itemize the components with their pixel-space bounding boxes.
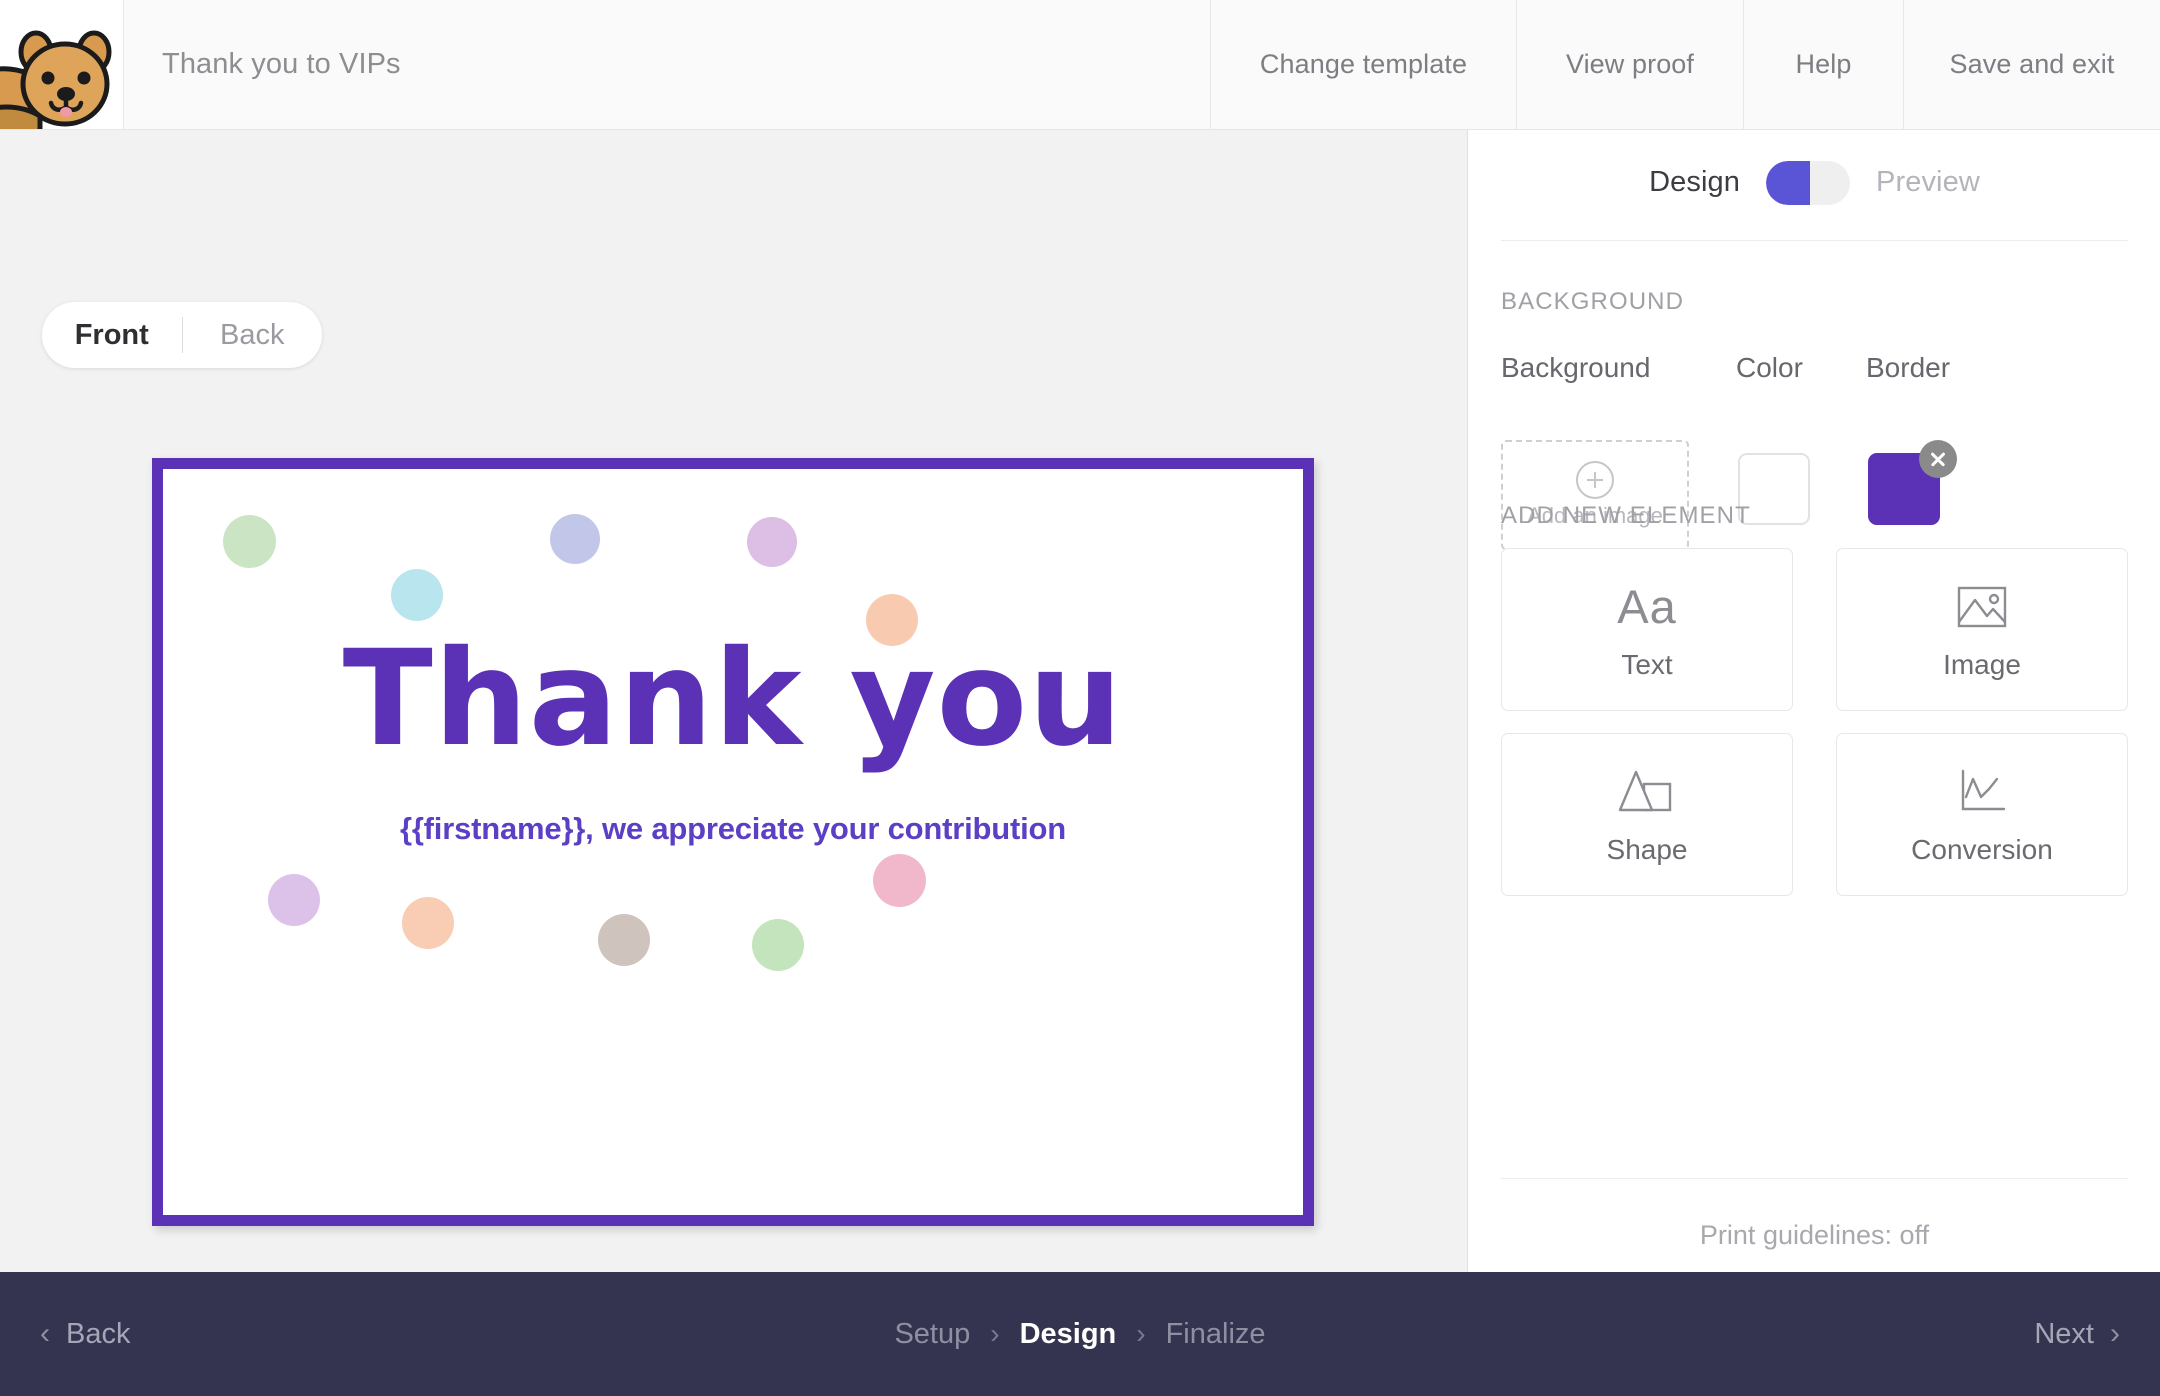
remove-border-icon[interactable]: [1919, 440, 1957, 478]
add-text-element-button[interactable]: Aa Text: [1501, 548, 1793, 711]
text-aa-glyph: Aa: [1617, 580, 1677, 633]
text-aa-icon: Aa: [1617, 579, 1677, 635]
breadcrumb-step-finalize[interactable]: Finalize: [1166, 1318, 1266, 1351]
background-section-heading: BACKGROUND: [1501, 288, 1685, 315]
chevron-right-icon: ›: [2110, 1317, 2120, 1350]
footer-next-button[interactable]: Next ›: [2034, 1318, 2120, 1351]
border-swatch-group: [1868, 440, 1960, 532]
add-conversion-label: Conversion: [1911, 833, 2053, 865]
design-preview-switch[interactable]: [1766, 160, 1851, 205]
breadcrumb-separator: ›: [1136, 1318, 1146, 1349]
editor-root: Thank you to VIPs Change template View p…: [0, 0, 2160, 1396]
panel-divider-top: [1501, 240, 2128, 241]
design-panel: Design Preview BACKGROUND Background Col…: [1469, 130, 2160, 1272]
add-element-grid: Aa Text Image Shape Conversion: [1501, 548, 2128, 896]
confetti-dot[interactable]: [223, 515, 276, 568]
breadcrumb-step-setup[interactable]: Setup: [894, 1318, 970, 1351]
help-button[interactable]: Help: [1743, 0, 1903, 129]
confetti-dot[interactable]: [873, 854, 926, 907]
add-conversion-element-button[interactable]: Conversion: [1836, 733, 2128, 896]
footer-next-label: Next: [2034, 1317, 2094, 1350]
add-image-element-button[interactable]: Image: [1836, 548, 2128, 711]
confetti-dot[interactable]: [747, 517, 797, 567]
confetti-dot[interactable]: [598, 914, 650, 966]
print-guidelines-toggle[interactable]: Print guidelines: off: [1469, 1220, 2160, 1251]
card-subtitle-text[interactable]: {{firstname}}, we appreciate your contri…: [163, 811, 1303, 847]
canvas-area: Front Back Thank you {{firstname}}, we a…: [0, 130, 1468, 1272]
plus-circle-icon: [1576, 461, 1614, 499]
quokka-logo-icon: [0, 30, 112, 129]
add-text-label: Text: [1621, 648, 1673, 680]
card-title-text[interactable]: Thank you: [163, 633, 1303, 765]
breadcrumb-separator: ›: [990, 1318, 1000, 1349]
design-card[interactable]: Thank you {{firstname}}, we appreciate y…: [152, 458, 1314, 1226]
add-image-label-text: Image: [1943, 648, 2021, 680]
border-label: Border: [1866, 352, 1951, 383]
preview-mode-label[interactable]: Preview: [1876, 166, 1980, 199]
top-bar: Thank you to VIPs Change template View p…: [0, 0, 2160, 130]
color-label: Color: [1736, 352, 1803, 383]
wizard-footer: ‹ Back Setup › Design › Finalize Next ›: [0, 1272, 2160, 1396]
confetti-dot[interactable]: [550, 514, 600, 564]
design-card-canvas[interactable]: Thank you {{firstname}}, we appreciate y…: [163, 469, 1303, 1215]
add-shape-label: Shape: [1606, 833, 1688, 865]
add-shape-element-button[interactable]: Shape: [1501, 733, 1793, 896]
wizard-breadcrumb: Setup › Design › Finalize: [0, 1318, 2160, 1351]
document-title: Thank you to VIPs: [162, 48, 401, 80]
panel-divider-bottom: [1501, 1178, 2128, 1179]
card-side-back-button[interactable]: Back: [183, 320, 323, 350]
confetti-dot[interactable]: [752, 919, 804, 971]
confetti-dot[interactable]: [268, 874, 320, 926]
logo-cell[interactable]: [0, 0, 124, 129]
image-picture-icon: [1954, 579, 2010, 635]
view-proof-button[interactable]: View proof: [1516, 0, 1743, 129]
add-element-section-heading: ADD NEW ELEMENT: [1501, 502, 1751, 529]
add-background-image-button[interactable]: Add an image: [1501, 440, 1689, 550]
background-column-labels: Background Color Border: [1501, 352, 2128, 392]
background-label: Background: [1501, 352, 1651, 383]
design-card-border: Thank you {{firstname}}, we appreciate y…: [152, 458, 1314, 1226]
change-template-button[interactable]: Change template: [1210, 0, 1516, 129]
design-preview-toggle: Design Preview: [1469, 130, 2160, 235]
confetti-dot[interactable]: [402, 897, 454, 949]
card-side-toggle: Front Back: [42, 302, 322, 368]
confetti-dot[interactable]: [391, 569, 443, 621]
save-and-exit-button[interactable]: Save and exit: [1903, 0, 2160, 129]
shape-triangle-square-icon: [1618, 764, 1676, 820]
breadcrumb-step-design[interactable]: Design: [1020, 1318, 1117, 1351]
conversion-line-chart-icon: [1954, 764, 2010, 820]
switch-knob: [1766, 160, 1811, 205]
card-side-front-button[interactable]: Front: [42, 320, 182, 350]
design-mode-label[interactable]: Design: [1649, 166, 1740, 199]
